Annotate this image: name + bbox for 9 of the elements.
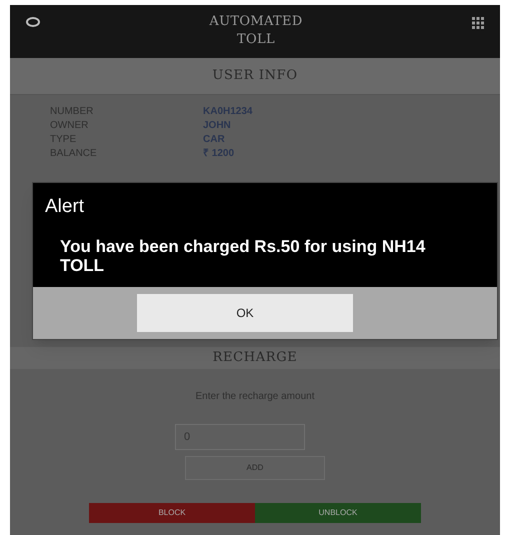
action-button[interactable]: BLOCK (89, 503, 255, 523)
ok-button[interactable]: OK (137, 294, 353, 332)
section-heading: USER INFO (212, 67, 298, 86)
section-heading: RECHARGE (212, 349, 298, 368)
dialog-message: You have been charged Rs.50 for using NH14 TOLL (59, 236, 426, 274)
app-title: AUTOMATED TOLL (208, 13, 304, 49)
action-button[interactable]: UNBLOCK (255, 503, 421, 523)
grid-icon[interactable] (472, 17, 484, 29)
dialog-title: Alert (45, 195, 86, 219)
